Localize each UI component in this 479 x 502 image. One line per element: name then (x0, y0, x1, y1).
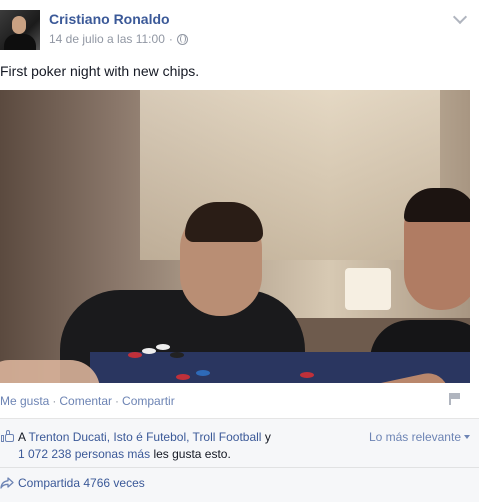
comment-link[interactable]: Comentar (59, 394, 112, 408)
post-text: First poker night with new chips. (0, 63, 200, 79)
thumbs-up-palm (5, 434, 14, 442)
poker-chip (176, 374, 190, 380)
likes-others-link[interactable]: 1 072 238 personas más (18, 447, 150, 461)
likers-names-link[interactable]: Trenton Ducati, Isto é Futebol, Troll Fo… (28, 430, 261, 444)
likes-connector: y (264, 430, 271, 444)
like-link[interactable]: Me gusta (0, 394, 49, 408)
post-photo[interactable] (0, 90, 470, 383)
author-name[interactable]: Cristiano Ronaldo (49, 11, 170, 27)
likes-summary: A Trenton Ducati, Isto é Futebol, Troll … (0, 428, 479, 468)
share-arrow-icon (0, 477, 14, 489)
poker-chip (156, 344, 170, 350)
share-link[interactable]: Compartir (122, 394, 175, 408)
globe-icon[interactable] (176, 33, 188, 45)
author-avatar[interactable] (0, 10, 40, 50)
avatar-face (12, 16, 26, 34)
poker-chip (142, 348, 156, 354)
action-separator: · (52, 394, 57, 408)
photo-lamp (345, 268, 391, 310)
avatar-shoulders (4, 34, 36, 50)
poker-chip (196, 370, 210, 376)
chevron-down-icon[interactable] (452, 9, 468, 25)
photo-hand-left (0, 360, 100, 383)
likes-text: A Trenton Ducati, Isto é Futebol, Troll … (18, 429, 308, 463)
thumbs-up-cuff (1, 435, 4, 442)
action-separator: · (115, 394, 120, 408)
flag-cloth (451, 393, 460, 399)
meta-separator: · (168, 32, 173, 46)
shares-count: Compartida 4766 veces (18, 476, 145, 490)
poker-chip (170, 352, 184, 358)
flag-icon[interactable] (449, 393, 461, 405)
feedback-section: A Trenton Ducati, Isto é Futebol, Troll … (0, 418, 479, 502)
likes-suffix: les gusta esto. (153, 447, 231, 461)
post-timestamp[interactable]: 14 de julio a las 11:00 (49, 32, 165, 46)
poker-chip (128, 352, 142, 358)
sort-relevance-dropdown[interactable]: Lo más relevante (369, 430, 470, 444)
likes-prefix: A (18, 430, 26, 444)
caret-down-icon (464, 435, 470, 439)
sort-relevance-label: Lo más relevante (368, 430, 461, 444)
shares-link[interactable]: Compartida 4766 veces (0, 476, 145, 490)
poker-chip (300, 372, 314, 378)
post-actions: Me gusta · Comentar · Compartir (0, 394, 175, 408)
thumbs-up-icon (1, 430, 15, 443)
post-header: Cristiano Ronaldo 14 de julio a las 11:0… (0, 0, 479, 56)
post-meta: 14 de julio a las 11:00 · (49, 32, 188, 46)
feedback-divider (0, 467, 479, 468)
